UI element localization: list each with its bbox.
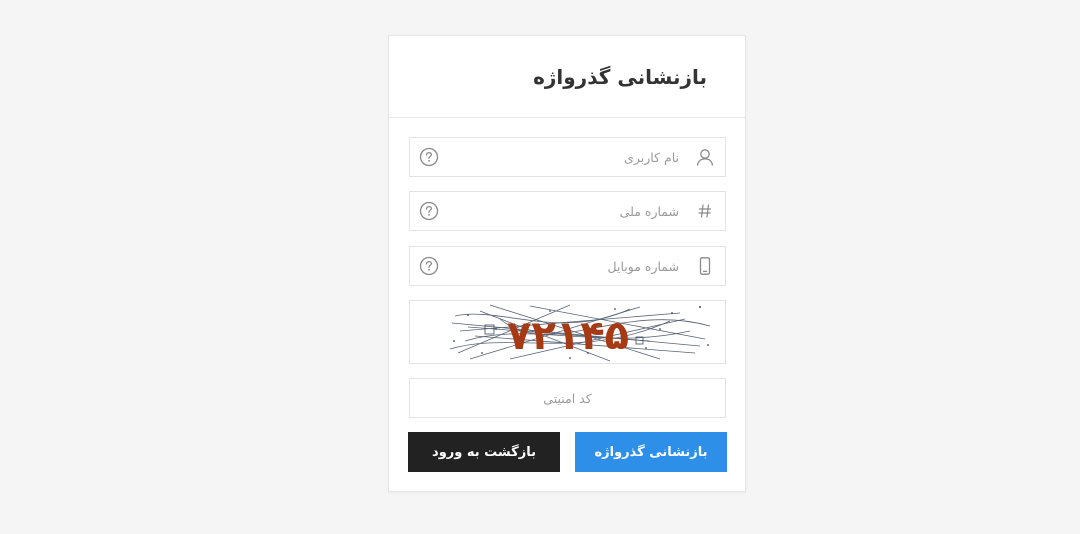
reset-password-button[interactable]: بازنشانی گذرواژه <box>575 432 727 472</box>
help-icon[interactable] <box>419 256 439 276</box>
security-code-input[interactable] <box>410 379 725 417</box>
help-icon[interactable] <box>419 201 439 221</box>
username-field[interactable] <box>409 137 726 177</box>
user-icon <box>696 149 714 166</box>
captcha-text: ۷۲۱۴۵ <box>507 313 629 359</box>
username-input[interactable] <box>450 138 679 176</box>
mobile-input[interactable] <box>450 247 679 285</box>
captcha-image: ۷۲۱۴۵ <box>409 300 726 364</box>
captcha-noise: ۷۲۱۴۵ <box>449 304 711 362</box>
card-header: بازنشانی گذرواژه <box>389 36 745 118</box>
help-icon[interactable] <box>419 147 439 167</box>
hash-icon <box>698 204 712 218</box>
reset-password-card: بازنشانی گذرواژه نام کاربری شماره ملی شم… <box>388 35 746 492</box>
back-to-login-button[interactable]: بازگشت به ورود <box>408 432 560 472</box>
page-title: بازنشانی گذرواژه <box>533 64 707 89</box>
mobile-icon <box>699 257 711 275</box>
mobile-field[interactable] <box>409 246 726 286</box>
security-code-field[interactable] <box>409 378 726 418</box>
national-id-field[interactable] <box>409 191 726 231</box>
national-id-input[interactable] <box>450 192 679 230</box>
